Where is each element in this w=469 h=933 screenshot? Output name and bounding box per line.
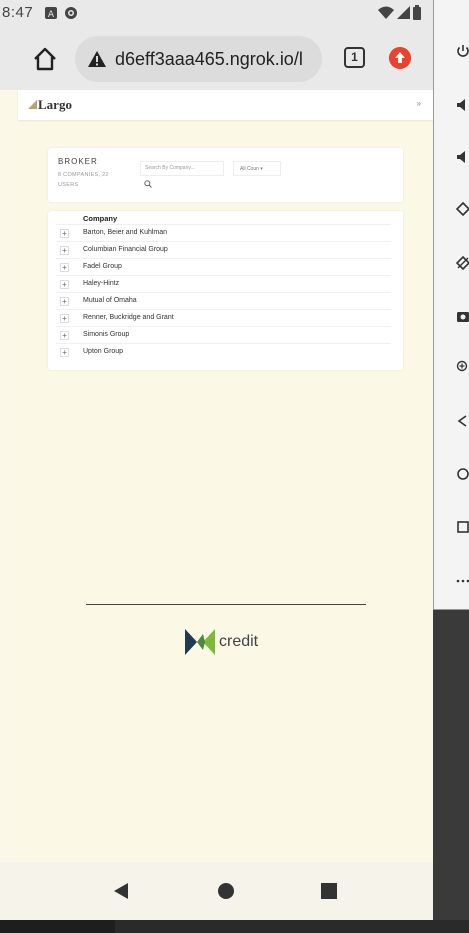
table-row[interactable]: + Haley-Hintz: [56, 275, 391, 292]
wifi-icon: [378, 6, 394, 19]
company-name: Renner, Buckridge and Grant: [83, 314, 174, 321]
status-right-icons: [378, 5, 421, 20]
rotate-right-icon[interactable]: [456, 256, 469, 270]
url-text: d6eff3aaa465.ngrok.io/l: [115, 49, 303, 69]
logo-text: Largo: [38, 97, 72, 112]
home-icon[interactable]: [32, 46, 58, 72]
company-name: Haley-Hintz: [83, 280, 120, 287]
logo-mark-icon: [28, 100, 37, 109]
expand-button[interactable]: +: [60, 331, 69, 340]
home-circle-icon[interactable]: [217, 882, 235, 900]
android-nav-bar: [0, 862, 433, 920]
credit-logo: credit: [183, 625, 303, 661]
broker-summary: 8 COMPANIES, 22 USERS: [58, 172, 109, 188]
volume-down-icon[interactable]: [456, 150, 469, 164]
company-name: Upton Group: [83, 348, 124, 355]
camera-icon[interactable]: [456, 309, 469, 323]
company-table: Company + Barton, Beier and Kuhlman + Colu…: [48, 211, 403, 370]
column-header-company: Company: [83, 214, 118, 223]
country-select[interactable]: All Coun ▾: [233, 161, 281, 176]
emulator-side-panel: [433, 0, 469, 610]
volume-up-icon[interactable]: [456, 98, 469, 112]
notification-at-icon: [65, 7, 77, 19]
expand-button[interactable]: +: [60, 280, 69, 289]
company-name: Fadel Group: [83, 263, 122, 270]
company-name: Barton, Beier and Kuhlman: [83, 229, 168, 236]
phone-screen: 8:47 A d6eff3aaa465.ngrok.io/l 1 Largo »…: [0, 0, 433, 920]
taskbar-strip: [0, 920, 469, 933]
credit-mark-icon: [185, 629, 215, 655]
table-row[interactable]: + Mutual of Omaha: [56, 292, 391, 309]
status-time: 8:47: [2, 4, 34, 21]
taskbar-segment: [0, 920, 115, 933]
browser-toolbar: d6eff3aaa465.ngrok.io/l 1: [0, 28, 433, 90]
table-row[interactable]: + Columbian Financial Group: [56, 241, 391, 258]
company-name: Simonis Group: [83, 331, 130, 338]
company-name: Mutual of Omaha: [83, 297, 137, 304]
recents-icon[interactable]: [320, 882, 338, 900]
expand-button[interactable]: +: [60, 263, 69, 272]
table-row[interactable]: + Upton Group: [56, 343, 391, 360]
footer-divider: [86, 604, 366, 605]
table-row[interactable]: + Simonis Group: [56, 326, 391, 343]
back-side-icon[interactable]: [456, 414, 469, 428]
company-search-input[interactable]: Search By Company...: [140, 161, 224, 176]
tab-switcher-button[interactable]: 1: [344, 47, 365, 68]
status-bar: 8:47 A: [0, 0, 433, 28]
broker-title: BROKER: [58, 157, 98, 166]
expand-button[interactable]: +: [60, 229, 69, 238]
table-row[interactable]: + Barton, Beier and Kuhlman: [56, 224, 391, 241]
company-name: Columbian Financial Group: [83, 246, 168, 253]
warning-icon: [88, 51, 106, 67]
expand-button[interactable]: +: [60, 348, 69, 357]
web-page: Largo » BROKER 8 COMPANIES, 22 USERS Sea…: [18, 90, 433, 862]
address-bar[interactable]: d6eff3aaa465.ngrok.io/l: [75, 36, 322, 82]
site-header: Largo »: [18, 90, 433, 120]
expand-button[interactable]: +: [60, 246, 69, 255]
power-icon[interactable]: [456, 44, 469, 58]
table-row[interactable]: + Renner, Buckridge and Grant: [56, 309, 391, 326]
expand-button[interactable]: +: [60, 314, 69, 323]
broker-card: BROKER 8 COMPANIES, 22 USERS Search By C…: [48, 148, 403, 202]
back-icon[interactable]: [113, 882, 129, 900]
more-icon[interactable]: [456, 574, 469, 588]
battery-icon: [413, 5, 421, 20]
signal-icon: [397, 5, 410, 19]
home-side-icon[interactable]: [456, 467, 469, 481]
rotate-left-icon[interactable]: [456, 202, 469, 216]
update-arrow-icon[interactable]: [389, 47, 411, 69]
zoom-icon[interactable]: [456, 360, 469, 374]
overview-side-icon[interactable]: [456, 520, 469, 534]
notification-a-icon: A: [45, 7, 57, 20]
largo-logo[interactable]: Largo: [28, 97, 72, 113]
menu-toggle[interactable]: »: [417, 99, 421, 108]
expand-button[interactable]: +: [60, 297, 69, 306]
table-row[interactable]: + Fadel Group: [56, 258, 391, 275]
credit-brand-text: credit: [219, 633, 259, 650]
svg-text:A: A: [48, 10, 55, 20]
search-icon[interactable]: [144, 180, 152, 188]
